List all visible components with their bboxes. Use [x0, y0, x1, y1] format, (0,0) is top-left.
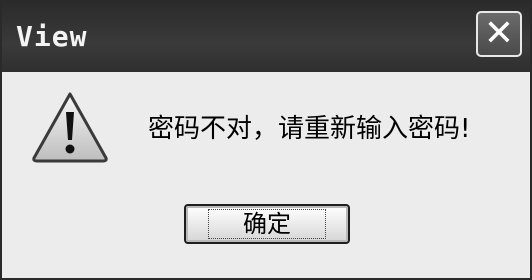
close-icon: ✕: [483, 13, 515, 54]
dialog-message: 密码不对，请重新输入密码!: [148, 114, 471, 144]
close-button[interactable]: ✕: [476, 11, 522, 57]
warning-icon: [32, 92, 108, 163]
window-title: View: [16, 20, 88, 53]
dialog-body: 密码不对，请重新输入密码! 确定: [2, 72, 530, 278]
message-dialog: View ✕ 密码不对，请重新输入密码! 确定: [0, 0, 532, 280]
ok-button[interactable]: 确定: [184, 204, 350, 244]
ok-button-label: 确定: [208, 209, 326, 239]
title-bar[interactable]: View ✕: [2, 2, 530, 72]
